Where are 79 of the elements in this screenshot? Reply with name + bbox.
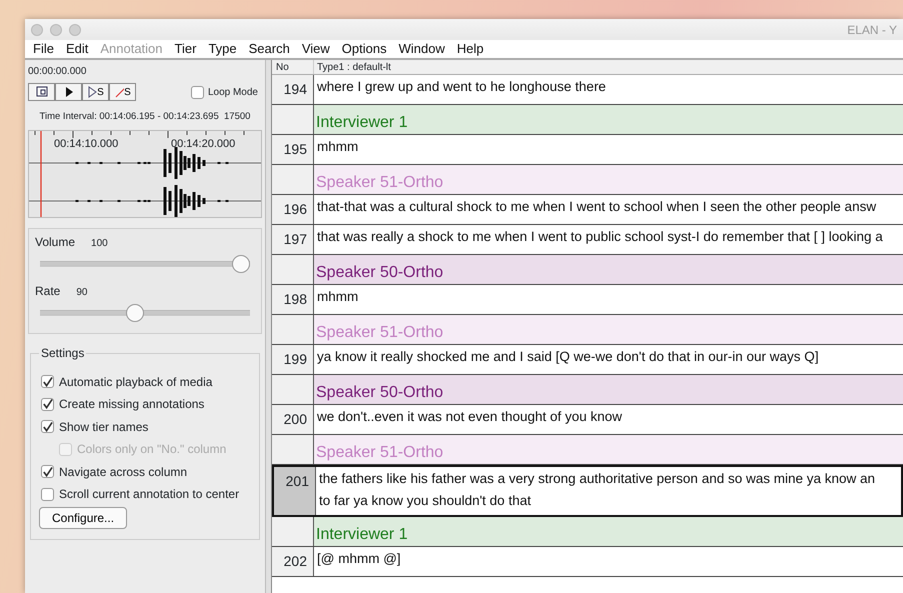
row-number: 202: [272, 547, 314, 576]
tier-name: Speaker 51-Ortho: [314, 315, 903, 344]
row-number: 196: [272, 195, 314, 224]
slider-thumb[interactable]: [232, 255, 250, 274]
checkbox[interactable]: [190, 86, 204, 98]
splitter[interactable]: [265, 60, 272, 593]
menu-item[interactable]: Options: [336, 39, 393, 59]
slider-reading: 90: [76, 286, 88, 300]
tier-name: Interviewer 1: [314, 517, 903, 546]
table-cell: [272, 435, 314, 464]
loop-mode-label: Loop Mode: [208, 86, 258, 100]
window-control[interactable]: [69, 24, 81, 36]
checkbox[interactable]: [41, 398, 54, 410]
checkbox[interactable]: [41, 488, 54, 500]
option-label: Create missing annotations: [59, 396, 204, 413]
annotation-text[interactable]: the fathers like his father was a very strong authoritative person and so was mine ya know an: [316, 467, 878, 489]
checkbox[interactable]: [41, 420, 54, 433]
window-control[interactable]: [50, 24, 62, 36]
menu-item[interactable]: Window: [392, 39, 451, 59]
window-title: ELAN - Y: [847, 22, 897, 38]
window-control[interactable]: [31, 24, 43, 36]
annotation-text[interactable]: where I grew up and went to he longhouse there: [314, 75, 609, 97]
table-cell: [272, 517, 314, 546]
row-number: 200: [272, 405, 314, 434]
menu-item[interactable]: Search: [242, 39, 296, 59]
tier-name: Speaker 51-Ortho: [314, 165, 903, 194]
row-number: 201: [274, 467, 316, 515]
row-number: 195: [272, 135, 314, 164]
menu-item[interactable]: Tier: [168, 39, 202, 59]
row-number: 194: [272, 75, 314, 104]
ruler-label: 00:14:20.000: [171, 137, 236, 152]
option-label: Show tier names: [59, 418, 148, 436]
play-selection-icon: [87, 85, 98, 99]
annotation-text[interactable]: that-that was a cultural shock to me when I went to school when I seen the other people answ: [314, 195, 880, 217]
column-header[interactable]: Type1 : default-lt: [314, 60, 391, 74]
tier-name: Speaker 50-Ortho: [314, 375, 903, 404]
annotation-text[interactable]: that was really a shock to me when I went to public school syst-I do remember that [ ] looking a: [314, 225, 886, 247]
tier-name: Interviewer 1: [314, 105, 903, 134]
menu-item[interactable]: Type: [202, 39, 243, 59]
tier-name: Speaker 51-Ortho: [314, 435, 903, 464]
ruler-label: 00:14:10.000: [54, 137, 118, 152]
annotation-text[interactable]: we don't..even it was not even thought of you know: [314, 405, 626, 427]
time-interval: Time Interval: 00:14:06.195 - 00:14:23.695 17500: [38, 110, 252, 124]
menu-item[interactable]: Edit: [60, 39, 94, 59]
table-cell: [272, 165, 314, 194]
tier-name: Speaker 50-Ortho: [314, 255, 903, 284]
column-header[interactable]: No: [272, 60, 314, 74]
player-button[interactable]: S: [109, 83, 136, 101]
checkbox[interactable]: [41, 375, 54, 388]
time-display: 00:00:00.000: [28, 65, 88, 79]
slider-label: Volume: [35, 234, 76, 252]
row-number: 198: [272, 285, 314, 314]
table-cell: [272, 315, 314, 344]
row-number: 199: [272, 345, 314, 374]
player-button[interactable]: S: [82, 83, 109, 101]
option-label: Colors only on "No." column: [77, 441, 226, 458]
menu-item[interactable]: File: [27, 39, 60, 59]
row-number: 197: [272, 225, 314, 254]
slider-label: Rate: [35, 283, 60, 300]
annotation-text[interactable]: [@ mhmm @]: [314, 547, 404, 569]
annotation-text[interactable]: ya know it really shocked me and I said [Q we-we don't do that in our-in our ways Q]: [314, 345, 822, 367]
annotation-text[interactable]: to far ya know you shouldn't do that: [316, 488, 878, 510]
table-cell: [272, 105, 314, 134]
menu-item[interactable]: View: [296, 39, 336, 59]
annotation-text[interactable]: mhmm: [314, 135, 362, 157]
selection-icon: [34, 85, 48, 99]
player-button[interactable]: [28, 83, 55, 101]
slider-reading: 100: [91, 237, 108, 252]
configure-button[interactable]: Configure...: [39, 507, 128, 530]
slider-thumb[interactable]: [126, 304, 144, 322]
option-label: Automatic playback of media: [59, 374, 212, 390]
annotation-text[interactable]: mhmm: [314, 285, 362, 307]
player-button[interactable]: [55, 83, 82, 101]
option-label: Navigate across column: [59, 464, 188, 480]
menu-item[interactable]: Help: [450, 39, 490, 59]
table-cell: [272, 375, 314, 404]
option-label: Scroll current annotation to center: [59, 486, 240, 503]
table-cell: [272, 255, 314, 284]
checkbox[interactable]: [41, 465, 54, 478]
